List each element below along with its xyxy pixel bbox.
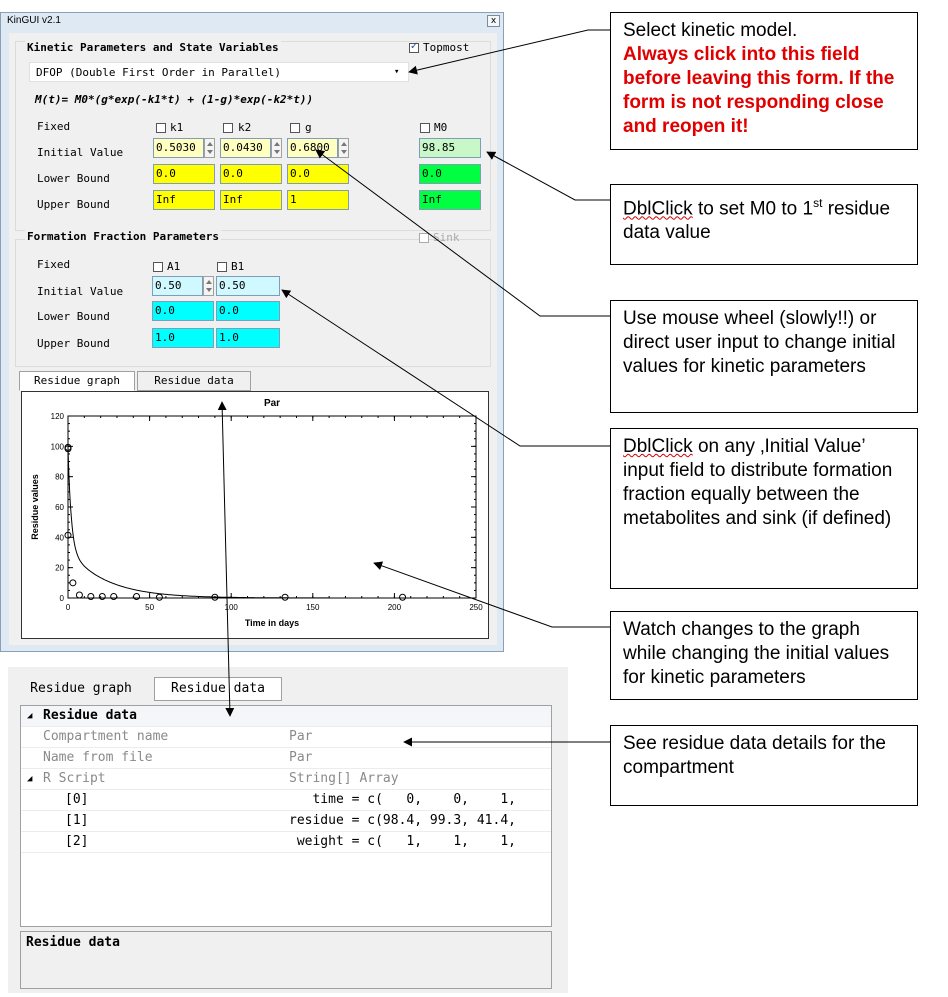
arrow-model bbox=[408, 29, 610, 75]
arrow-graph bbox=[373, 561, 610, 628]
arrow-m0 bbox=[486, 151, 610, 201]
arrow-tab-link bbox=[217, 401, 235, 717]
annotation-arrows bbox=[217, 29, 610, 747]
arrow-wheel bbox=[315, 149, 610, 317]
arrow-formation bbox=[281, 289, 610, 447]
